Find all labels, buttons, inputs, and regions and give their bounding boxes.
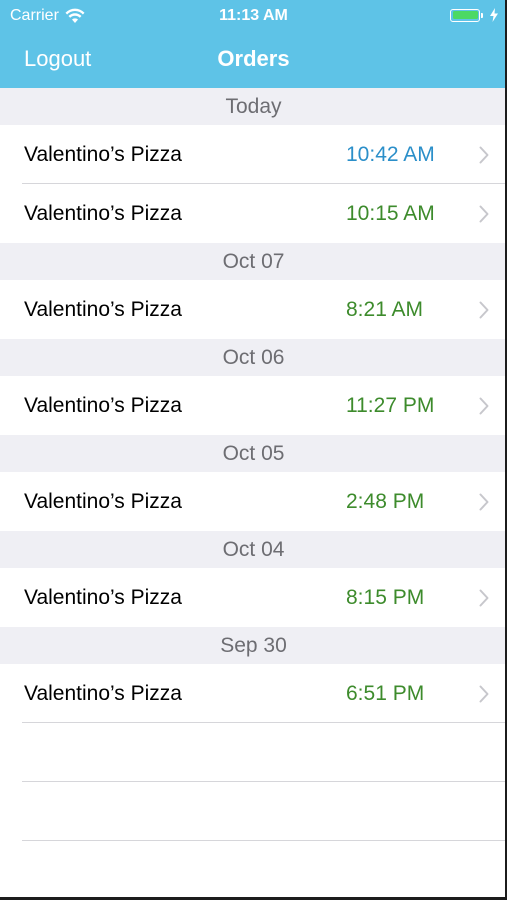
order-row[interactable]: Valentino’s Pizza 8:21 AM [0, 280, 507, 339]
order-restaurant-name: Valentino’s Pizza [24, 489, 182, 513]
chevron-right-icon [479, 397, 489, 414]
empty-table-row [0, 782, 507, 841]
empty-table-row [0, 723, 507, 782]
section-header: Oct 05 [0, 435, 507, 472]
order-time: 2:48 PM [346, 489, 425, 513]
order-time: 10:15 AM [346, 201, 435, 225]
order-time: 8:21 AM [346, 297, 424, 321]
order-time: 11:27 PM [346, 393, 435, 417]
order-restaurant-name: Valentino’s Pizza [24, 585, 182, 609]
order-restaurant-name: Valentino’s Pizza [24, 681, 182, 705]
order-restaurant-name: Valentino’s Pizza [24, 393, 182, 417]
order-restaurant-name: Valentino’s Pizza [24, 201, 182, 225]
header: Carrier 11:13 AM Logout Orders [0, 0, 507, 88]
section-header: Oct 07 [0, 243, 507, 280]
order-restaurant-name: Valentino’s Pizza [24, 142, 182, 166]
order-row[interactable]: Valentino’s Pizza 8:15 PM [0, 568, 507, 627]
order-row[interactable]: Valentino’s Pizza 2:48 PM [0, 472, 507, 531]
order-row[interactable]: Valentino’s Pizza 11:27 PM [0, 376, 507, 435]
order-row[interactable]: Valentino’s Pizza 10:15 AM [0, 184, 507, 243]
chevron-right-icon [479, 205, 489, 222]
order-row[interactable]: Valentino’s Pizza 6:51 PM [0, 664, 507, 723]
order-time: 10:42 AM [346, 142, 435, 166]
battery-fill [452, 11, 478, 19]
battery-icon [450, 8, 499, 22]
chevron-right-icon [479, 589, 489, 606]
orders-table[interactable]: Today Valentino’s Pizza 10:42 AM Valentino’… [0, 88, 507, 841]
chevron-right-icon [479, 301, 489, 318]
battery-tip [481, 12, 483, 18]
section-header: Today [0, 88, 507, 125]
orders-screen: Carrier 11:13 AM Logout Orders Today Val… [0, 0, 507, 900]
order-time: 8:15 PM [346, 585, 425, 609]
chevron-right-icon [479, 685, 489, 702]
section-header: Oct 06 [0, 339, 507, 376]
status-time: 11:13 AM [219, 7, 288, 24]
order-row[interactable]: Valentino’s Pizza 10:42 AM [0, 125, 507, 184]
chevron-right-icon [479, 493, 489, 510]
section-header: Sep 30 [0, 627, 507, 664]
battery-body [450, 8, 480, 22]
order-time: 6:51 PM [346, 681, 425, 705]
page-title: Orders [217, 46, 290, 71]
navigation-bar: Logout Orders [0, 32, 507, 88]
order-restaurant-name: Valentino’s Pizza [24, 297, 182, 321]
status-bar: Carrier 11:13 AM [0, 0, 507, 32]
chevron-right-icon [479, 146, 489, 163]
bolt-icon [490, 8, 498, 22]
section-header: Oct 04 [0, 531, 507, 568]
